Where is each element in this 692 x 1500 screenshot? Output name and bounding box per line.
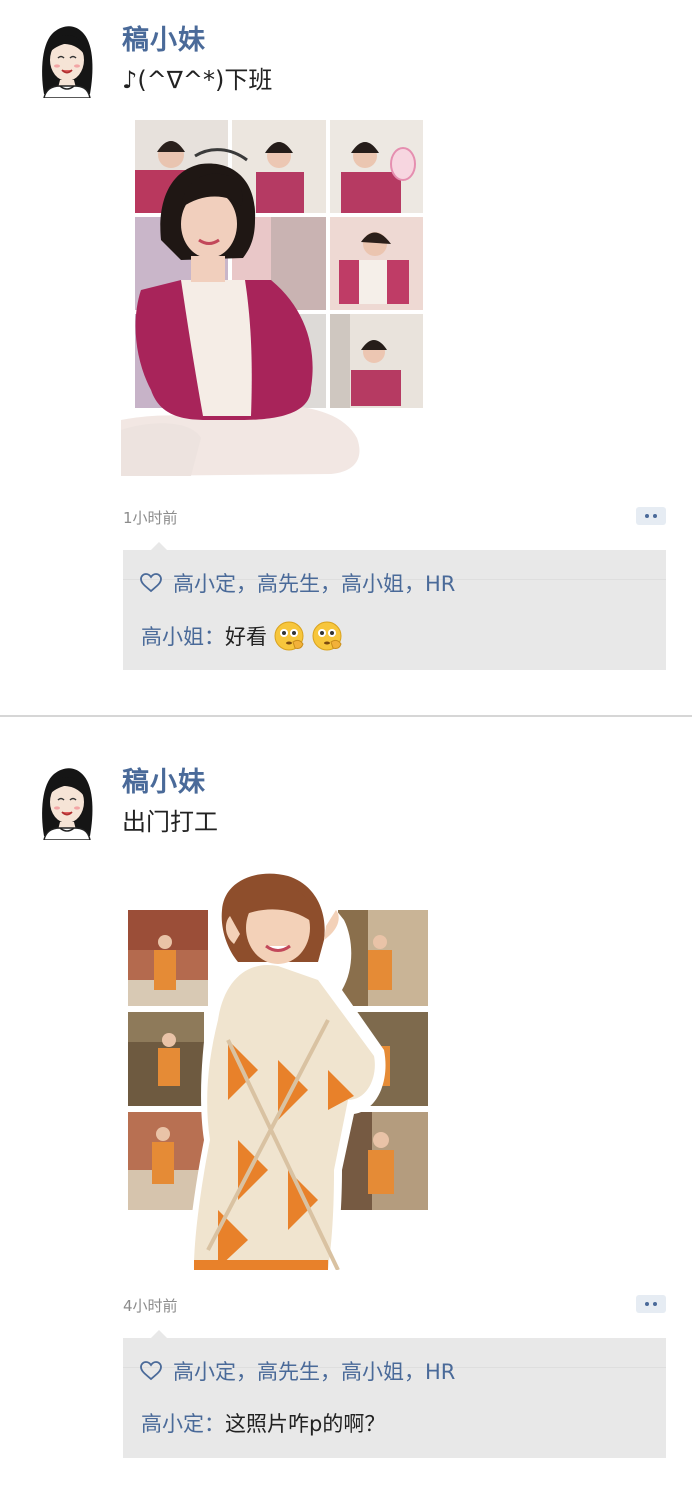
moment-post-1: 稿小妹 ♪(^∇^*)下班 1小时前 高小定，高先生，高小姐，HR 高小姐： 好… (0, 0, 692, 716)
flushed-emoji-icon (312, 621, 342, 651)
tile-9 (330, 314, 423, 408)
avatar[interactable] (36, 764, 98, 840)
comment-author[interactable]: 高小定： (141, 1408, 225, 1438)
panel-arrow (151, 542, 167, 550)
post-time: 4小时前 (123, 1297, 178, 1315)
feedback-panel: 高小定，高先生，高小姐，HR 高小定： 这照片咋p的啊？ (123, 1330, 666, 1458)
likes-row: 高小定，高先生，高小姐，HR (139, 568, 455, 598)
comment-author[interactable]: 高小姐： (141, 621, 225, 651)
author-name[interactable]: 稿小妹 (122, 18, 206, 57)
tile-4 (338, 910, 428, 1006)
tile-3 (128, 1112, 204, 1210)
flushed-emoji-icon (274, 621, 304, 651)
comment-text: 这照片咋p的啊？ (225, 1412, 386, 1436)
heart-icon (140, 1361, 162, 1381)
post-photo-collage[interactable] (121, 120, 423, 476)
post-time: 1小时前 (123, 509, 178, 527)
feedback-panel: 高小定，高先生，高小姐，HR 高小姐： 好看 (123, 542, 666, 670)
post-text: ♪(^∇^*)下班 (122, 66, 273, 94)
post-photo-collage[interactable] (128, 870, 428, 1270)
tile-3 (330, 120, 423, 213)
tile-6 (330, 217, 423, 310)
post-text: 出门打工 (122, 808, 218, 836)
comment-row[interactable]: 高小定： 这照片咋p的啊？ (141, 1408, 385, 1438)
likes-names[interactable]: 高小定，高先生，高小姐，HR (173, 1356, 455, 1386)
comment-row[interactable]: 高小姐： 好看 (141, 620, 343, 652)
author-name[interactable]: 稿小妹 (122, 760, 206, 799)
panel-arrow (151, 1330, 167, 1338)
tile-1 (128, 910, 208, 1006)
post-divider (0, 715, 692, 717)
likes-row: 高小定，高先生，高小姐，HR (139, 1356, 455, 1386)
avatar[interactable] (36, 22, 98, 98)
heart-icon (140, 573, 162, 593)
comment-text: 好看 (225, 625, 267, 649)
more-options-button[interactable] (636, 507, 666, 525)
moment-post-2: 稿小妹 出门打工 4小时前 高小定，高先生，高小姐，HR 高小定： 这照片咋p的… (0, 718, 692, 1500)
tile-2 (128, 1012, 204, 1106)
more-options-button[interactable] (636, 1295, 666, 1313)
likes-names[interactable]: 高小定，高先生，高小姐，HR (173, 568, 455, 598)
